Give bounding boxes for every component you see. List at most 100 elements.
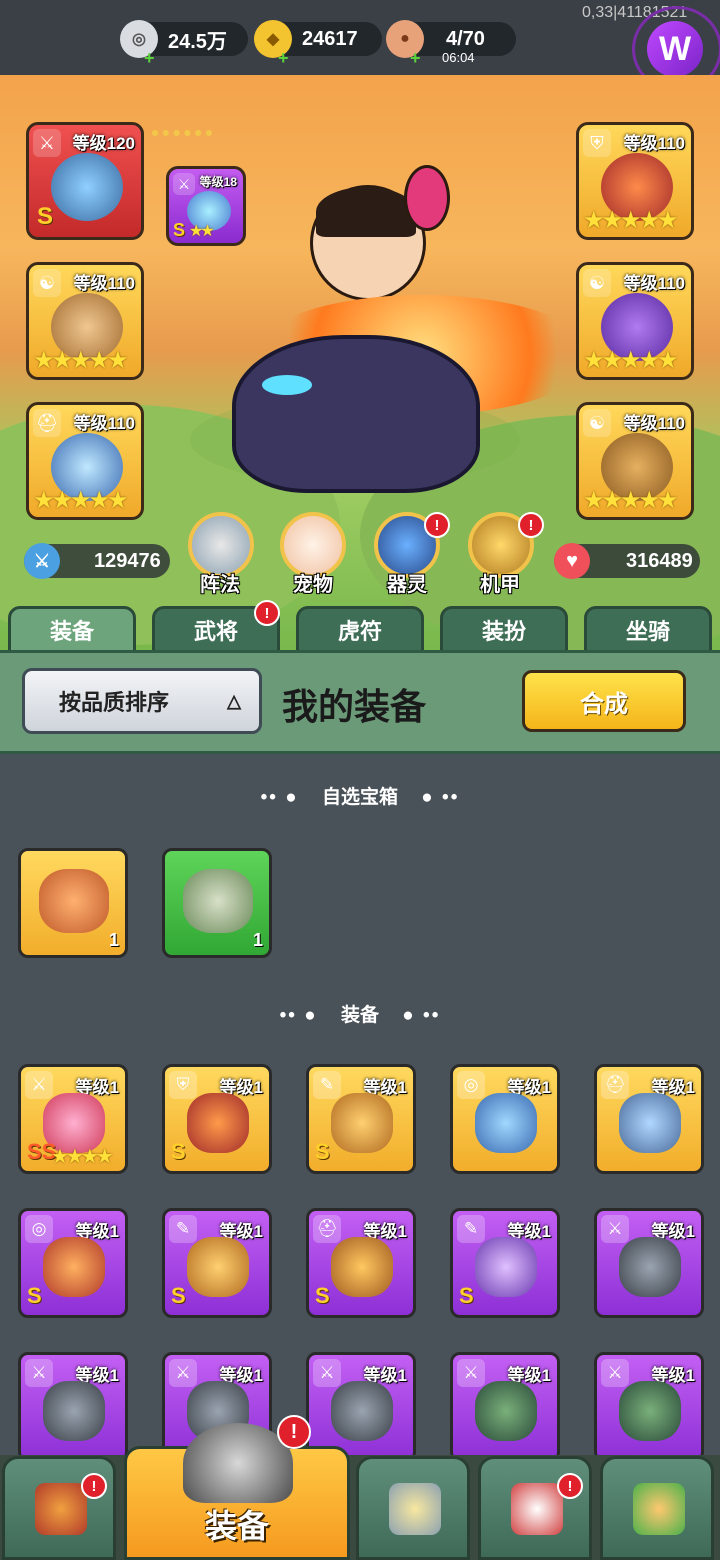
star-rating: ★★★★★	[33, 487, 129, 514]
alert-badge-icon: !	[557, 1473, 583, 1499]
bracer-icon: ✎	[313, 1071, 341, 1099]
equipment-item[interactable]: ⛑ 等级1	[594, 1064, 704, 1174]
equipment-item[interactable]: ⛨ 等级1 S	[162, 1064, 272, 1174]
nav-equipment-label: 装备	[204, 1508, 269, 1544]
bracer-icon: ✎	[457, 1215, 485, 1243]
add-gold-icon[interactable]: +	[278, 48, 289, 69]
equip-slot-helmet[interactable]: ⛑ 等级110 ★★★★★	[26, 402, 144, 520]
silver-counter[interactable]: ◎ 24.5万 +	[120, 20, 248, 68]
medal-icon: ◎	[25, 1215, 53, 1243]
treasure-chest-icon	[39, 869, 109, 933]
equipment-art	[187, 1093, 249, 1153]
chest-item[interactable]: 1	[18, 848, 128, 958]
hero-hair	[316, 187, 416, 237]
dots-decoration: •• ●	[279, 1005, 318, 1026]
merge-button[interactable]: 合成	[522, 670, 686, 732]
gold-value: 24617	[302, 27, 358, 50]
equipment-art	[331, 1237, 393, 1297]
equipment-item[interactable]: ⚔ 等级1	[450, 1352, 560, 1462]
bracer-icon: ☯	[583, 269, 611, 297]
yin-yang-icon: ☯	[583, 409, 611, 437]
yin-yang-icon: ☯	[33, 269, 61, 297]
sword-icon: ⚔	[25, 1359, 53, 1387]
hp-value: 316489	[626, 549, 693, 572]
hero-hair-bun	[404, 165, 450, 231]
equipment-item[interactable]: ✎ 等级1 S	[306, 1064, 416, 1174]
upgrade-icon	[633, 1483, 685, 1535]
battle-icon	[389, 1483, 441, 1535]
nav-upgrade[interactable]	[600, 1456, 714, 1560]
equipment-item[interactable]: ⛑ 等级1 S	[306, 1208, 416, 1318]
equipment-art	[331, 1093, 393, 1153]
add-stamina-icon[interactable]: +	[410, 48, 421, 69]
mecha-label: 机甲	[480, 574, 520, 596]
nav-battle[interactable]	[356, 1456, 470, 1560]
tab-costume[interactable]: 装扮	[440, 606, 568, 654]
equipment-item[interactable]: ⚔ 等级1	[594, 1352, 704, 1462]
equip-slot-linked[interactable]: ⚔ 等级18 S ★★	[166, 166, 246, 246]
equipment-art	[187, 1237, 249, 1297]
equip-slot-armor[interactable]: ⛨ 等级110 ★★★★★	[576, 122, 694, 240]
chest-item[interactable]: 1	[162, 848, 272, 958]
nav-heroes[interactable]: !	[478, 1456, 592, 1560]
star-rating: ★★★★★	[583, 207, 679, 234]
equipment-item[interactable]: ✎ 等级1 S	[450, 1208, 560, 1318]
dagger-art	[475, 1381, 537, 1441]
shuriken-art	[331, 1381, 393, 1441]
treasure-chest-icon	[183, 869, 253, 933]
alert-badge-icon: !	[277, 1415, 311, 1449]
hero-icon	[511, 1483, 563, 1535]
equip-slot-bracer[interactable]: ☯ 等级110 ★★★★★	[576, 262, 694, 380]
equipment-item[interactable]: ⚔ 等级1	[594, 1208, 704, 1318]
item-rank: S	[315, 1283, 330, 1308]
star-rating: ★★★★	[51, 1146, 114, 1168]
equipment-item[interactable]: ◎ 等级1 S	[18, 1208, 128, 1318]
equip-slot-weapon[interactable]: ⚔ 等级120 S	[26, 122, 144, 240]
tab-equipment[interactable]: 装备	[8, 606, 136, 654]
attack-value: 129476	[94, 549, 161, 572]
equipment-item[interactable]: ✎ 等级1 S	[162, 1208, 272, 1318]
equipment-item[interactable]: ◎ 等级1	[450, 1064, 560, 1174]
slot-level: 等级18	[199, 175, 237, 189]
hp-stat: ♥ 316489	[554, 543, 700, 579]
section-chests-header: •• ● 自选宝箱 ● ••	[0, 782, 720, 809]
equipment-item[interactable]: ⚔ 等级1	[18, 1352, 128, 1462]
alert-badge-icon: !	[518, 512, 544, 538]
helmet-icon: ⛑	[33, 409, 61, 437]
item-rank: S	[171, 1283, 186, 1308]
slot-level: 等级110	[73, 414, 135, 433]
dagger-art	[619, 1381, 681, 1441]
equipment-art	[43, 1237, 105, 1297]
equipment-art	[475, 1237, 537, 1297]
sword-icon: ⚔	[25, 1071, 53, 1099]
pet-beast[interactable]	[232, 335, 480, 493]
sword-icon: ⚔	[169, 1359, 197, 1387]
equip-slot-boots[interactable]: ☯ 等级110 ★★★★★	[576, 402, 694, 520]
slot-rank: S	[173, 220, 186, 240]
dots-decoration: ● ••	[421, 787, 460, 808]
weapon-art	[51, 153, 123, 221]
nav-shop[interactable]: !	[2, 1456, 116, 1560]
medal-icon: ◎	[457, 1071, 485, 1099]
stamina-value: 4/70	[446, 27, 485, 50]
slot-level: 等级110	[73, 274, 135, 293]
sort-button[interactable]: 按品质排序 △	[22, 668, 262, 734]
attack-stat: ⚔ 129476	[24, 543, 170, 579]
tab-mount[interactable]: 坐骑	[584, 606, 712, 654]
sort-label: 按品质排序	[59, 690, 170, 715]
item-rank: S	[27, 1283, 42, 1308]
add-silver-icon[interactable]: +	[144, 48, 155, 69]
item-rank: S	[171, 1139, 186, 1164]
equipment-item[interactable]: ⚔ 等级1 SS ★★★★	[18, 1064, 128, 1174]
sword-icon: ⚔	[601, 1359, 629, 1387]
equip-slot-accessory[interactable]: ☯ 等级110 ★★★★★	[26, 262, 144, 380]
alert-badge-icon: !	[254, 600, 280, 626]
nav-equipment[interactable]: ! 装备	[124, 1415, 350, 1560]
gold-counter[interactable]: ◆ 24617 +	[254, 20, 382, 68]
dots-decoration: ● ••	[402, 1005, 441, 1026]
sword-icon: ⚔	[457, 1359, 485, 1387]
tab-tiger-tally[interactable]: 虎符	[296, 606, 424, 654]
star-rating: ★★★★★	[33, 347, 129, 374]
slot-level: 等级110	[623, 134, 685, 153]
helmet-icon: ⛑	[313, 1215, 341, 1243]
